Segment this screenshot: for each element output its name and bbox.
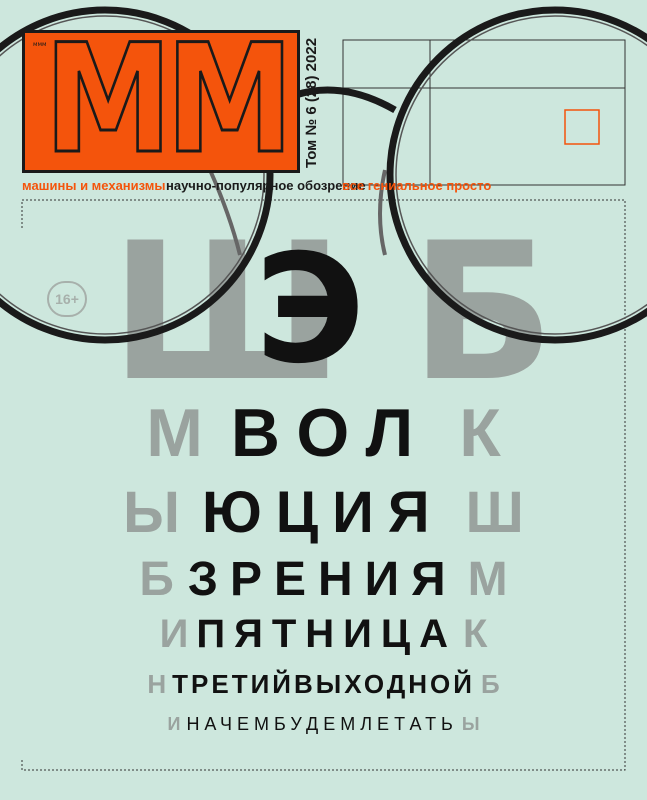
chart-row-6-left: Н	[147, 669, 167, 699]
chart-row-2-main: ВОЛ	[230, 395, 432, 471]
chart-row-2-left: М	[146, 395, 203, 471]
chart-row-3-main: ЮЦИЯ	[201, 480, 444, 545]
chart-row-4-right: М	[467, 553, 508, 606]
chart-row-6-main: ТРЕТИЙВЫХОДНОЙ	[172, 669, 475, 699]
tagline-left: машины и механизмы	[22, 178, 166, 193]
tagline-right: все гениальное просто	[342, 178, 492, 193]
chart-row-7-left: И	[167, 714, 181, 734]
chart-row-4: Б ЗРЕНИЯ М	[0, 552, 647, 608]
chart-row-3-left: Ы	[123, 480, 180, 545]
chart-row-4-left: Б	[139, 553, 174, 606]
chart-row-7-main: НАЧЕМБУДЕМЛЕТАТЬ	[186, 714, 458, 734]
chart-row-4-main: ЗРЕНИЯ	[187, 553, 458, 606]
chart-row-5-left: И	[159, 612, 189, 656]
chart-row-2: М ВОЛ К	[0, 395, 647, 471]
issue-info: Том № 6 (28) 2022	[303, 37, 320, 168]
chart-row-5-main: ПЯТНИЦА	[196, 612, 457, 656]
chart-row-3: Ы ЮЦИЯ Ш	[0, 480, 647, 546]
magazine-logo: ммм MM	[22, 24, 300, 177]
chart-row-7-right: Ы	[461, 714, 480, 734]
chart-row-5-right: К	[463, 612, 488, 656]
tagline-center: научно-популярное обозрение	[166, 178, 366, 193]
chart-row-5: И ПЯТНИЦА К	[0, 610, 647, 658]
logo-text: MM	[43, 13, 295, 187]
chart-row-6: Н ТРЕТИЙВЫХОДНОЙ Б	[0, 668, 647, 700]
chart-row-2-right: К	[459, 395, 501, 471]
chart-row-3-right: Ш	[465, 480, 524, 545]
chart-row-7: И НАЧЕМБУДЕМЛЕТАТЬ Ы	[0, 712, 647, 736]
chart-row-6-right: Б	[480, 669, 500, 699]
magazine-cover: Ш Б Э 16+ ммм MM Том № 6 (28) 2022 машин…	[0, 0, 647, 800]
